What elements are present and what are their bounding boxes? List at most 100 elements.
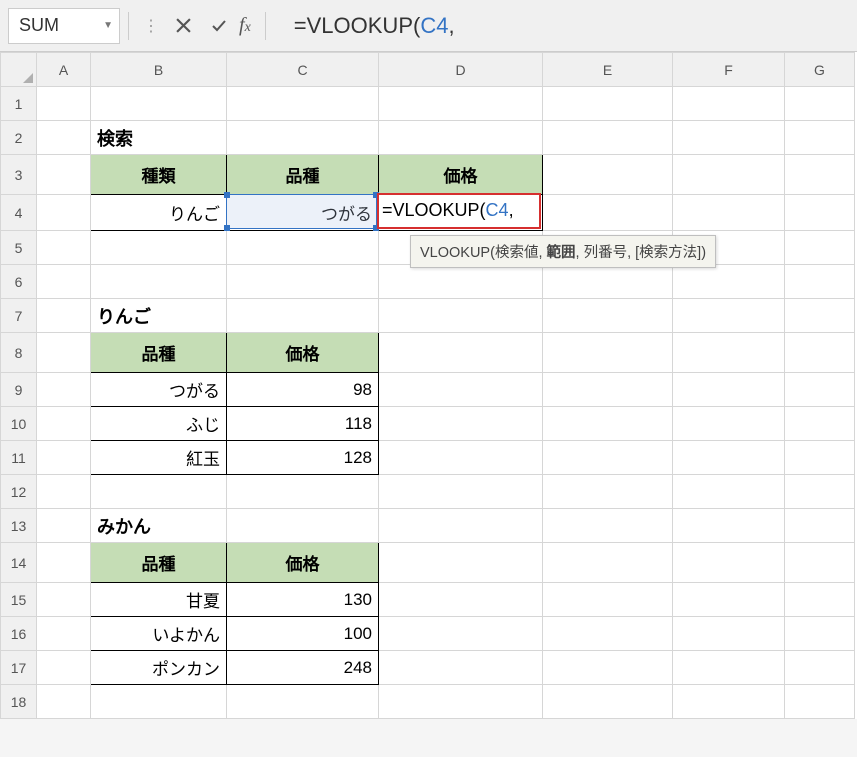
cell-F11[interactable]: [673, 441, 785, 475]
cell-F16[interactable]: [673, 617, 785, 651]
cell-G6[interactable]: [785, 265, 855, 299]
cell-D10[interactable]: [379, 407, 543, 441]
cell-D9[interactable]: [379, 373, 543, 407]
cell-B5[interactable]: [91, 231, 227, 265]
cell-G7[interactable]: [785, 299, 855, 333]
cell-C9[interactable]: 98: [227, 373, 379, 407]
cell-E13[interactable]: [543, 509, 673, 543]
cell-C7[interactable]: [227, 299, 379, 333]
cell-C2[interactable]: [227, 121, 379, 155]
cell-G3[interactable]: [785, 155, 855, 195]
cell-E18[interactable]: [543, 685, 673, 719]
cell-B14[interactable]: 品種: [91, 543, 227, 583]
cell-A4[interactable]: [37, 195, 91, 231]
cell-E14[interactable]: [543, 543, 673, 583]
row-head-16[interactable]: 16: [1, 617, 37, 651]
cell-A13[interactable]: [37, 509, 91, 543]
cell-F3[interactable]: [673, 155, 785, 195]
cell-B7[interactable]: りんご: [91, 299, 227, 333]
cell-D16[interactable]: [379, 617, 543, 651]
cell-B1[interactable]: [91, 87, 227, 121]
cell-F14[interactable]: [673, 543, 785, 583]
cell-A3[interactable]: [37, 155, 91, 195]
cell-D15[interactable]: [379, 583, 543, 617]
cell-D17[interactable]: [379, 651, 543, 685]
cell-G11[interactable]: [785, 441, 855, 475]
cell-E4[interactable]: [543, 195, 673, 231]
cell-E6[interactable]: [543, 265, 673, 299]
row-head-15[interactable]: 15: [1, 583, 37, 617]
cell-C8[interactable]: 価格: [227, 333, 379, 373]
cell-G5[interactable]: [785, 231, 855, 265]
cell-E10[interactable]: [543, 407, 673, 441]
cell-E11[interactable]: [543, 441, 673, 475]
cell-A7[interactable]: [37, 299, 91, 333]
cell-C1[interactable]: [227, 87, 379, 121]
row-head-10[interactable]: 10: [1, 407, 37, 441]
cell-C14[interactable]: 価格: [227, 543, 379, 583]
cell-F15[interactable]: [673, 583, 785, 617]
cell-G8[interactable]: [785, 333, 855, 373]
cell-E1[interactable]: [543, 87, 673, 121]
cell-C4[interactable]: つがる: [227, 195, 379, 231]
row-head-12[interactable]: 12: [1, 475, 37, 509]
cell-B3[interactable]: 種類: [91, 155, 227, 195]
cell-A9[interactable]: [37, 373, 91, 407]
cell-E2[interactable]: [543, 121, 673, 155]
cell-B13[interactable]: みかん: [91, 509, 227, 543]
cell-D2[interactable]: [379, 121, 543, 155]
col-head-c[interactable]: C: [227, 53, 379, 87]
name-box[interactable]: SUM ▼: [8, 8, 120, 44]
cell-C18[interactable]: [227, 685, 379, 719]
cell-E16[interactable]: [543, 617, 673, 651]
cell-A17[interactable]: [37, 651, 91, 685]
cancel-icon[interactable]: [167, 10, 199, 42]
cell-A11[interactable]: [37, 441, 91, 475]
inline-formula-editor[interactable]: =VLOOKUP(C4,: [381, 200, 515, 221]
cell-D14[interactable]: [379, 543, 543, 583]
cell-G18[interactable]: [785, 685, 855, 719]
cell-B6[interactable]: [91, 265, 227, 299]
cell-E17[interactable]: [543, 651, 673, 685]
cell-A1[interactable]: [37, 87, 91, 121]
cell-C13[interactable]: [227, 509, 379, 543]
col-head-e[interactable]: E: [543, 53, 673, 87]
cell-E9[interactable]: [543, 373, 673, 407]
tooltip-arg-active[interactable]: 範囲: [547, 245, 576, 261]
cell-A8[interactable]: [37, 333, 91, 373]
row-head-13[interactable]: 13: [1, 509, 37, 543]
cell-D6[interactable]: [379, 265, 543, 299]
tooltip-arg[interactable]: [検索方法]: [635, 245, 701, 261]
cell-G2[interactable]: [785, 121, 855, 155]
cell-B9[interactable]: つがる: [91, 373, 227, 407]
row-head-14[interactable]: 14: [1, 543, 37, 583]
col-head-a[interactable]: A: [37, 53, 91, 87]
cell-E12[interactable]: [543, 475, 673, 509]
row-head-9[interactable]: 9: [1, 373, 37, 407]
cell-B16[interactable]: いよかん: [91, 617, 227, 651]
cell-D7[interactable]: [379, 299, 543, 333]
cell-G15[interactable]: [785, 583, 855, 617]
cell-C15[interactable]: 130: [227, 583, 379, 617]
cell-D12[interactable]: [379, 475, 543, 509]
cell-B11[interactable]: 紅玉: [91, 441, 227, 475]
cell-B2[interactable]: 検索: [91, 121, 227, 155]
select-all-corner[interactable]: [1, 53, 37, 87]
cell-B8[interactable]: 品種: [91, 333, 227, 373]
cell-F4[interactable]: [673, 195, 785, 231]
cell-E3[interactable]: [543, 155, 673, 195]
row-head-5[interactable]: 5: [1, 231, 37, 265]
cell-A15[interactable]: [37, 583, 91, 617]
chevron-down-icon[interactable]: ▼: [103, 20, 113, 31]
row-head-17[interactable]: 17: [1, 651, 37, 685]
cell-G1[interactable]: [785, 87, 855, 121]
cell-B15[interactable]: 甘夏: [91, 583, 227, 617]
cell-G13[interactable]: [785, 509, 855, 543]
cell-G4[interactable]: [785, 195, 855, 231]
cell-E8[interactable]: [543, 333, 673, 373]
cell-F10[interactable]: [673, 407, 785, 441]
row-head-3[interactable]: 3: [1, 155, 37, 195]
row-head-6[interactable]: 6: [1, 265, 37, 299]
cell-F1[interactable]: [673, 87, 785, 121]
cell-F13[interactable]: [673, 509, 785, 543]
